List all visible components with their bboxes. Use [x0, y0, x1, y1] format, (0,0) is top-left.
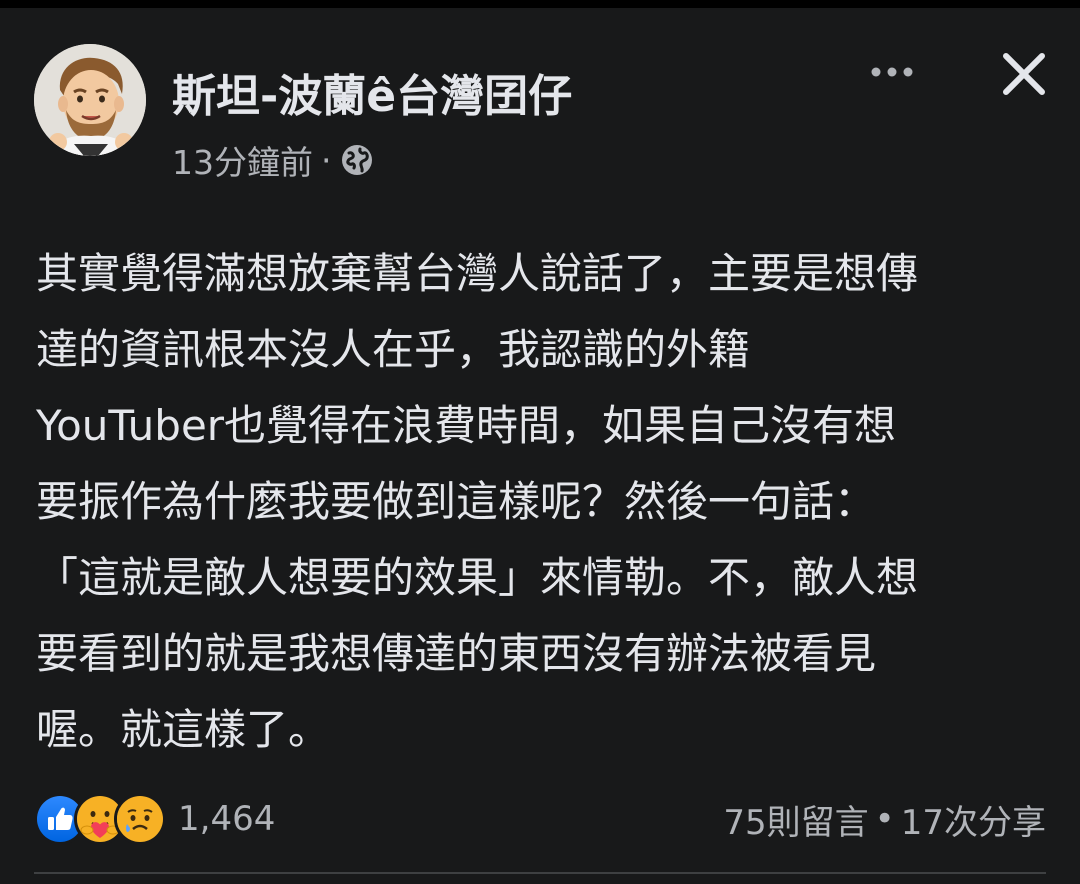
reaction-count[interactable]: 1,464: [178, 799, 275, 839]
post-timestamp[interactable]: 13分鐘前: [172, 136, 313, 184]
divider: [34, 872, 1046, 874]
post-meta: 13分鐘前 ·: [172, 140, 374, 182]
more-options-icon[interactable]: [862, 52, 922, 92]
post-text-line: 其實覺得滿想放棄幫台灣人說話了，主要是想傳: [36, 249, 919, 298]
reaction-summary[interactable]: 1,464: [34, 793, 275, 845]
post-text-line: 「這就是敵人想要的效果」來情勒。不，敵人想: [36, 553, 919, 602]
post-body: 其實覺得滿想放棄幫台灣人說話了，主要是想傳 達的資訊根本沒人在乎，我認識的外籍 …: [36, 236, 1048, 768]
engagement-summary: 75則留言 • 17次分享: [723, 795, 1046, 844]
avatar-illustration: [34, 44, 146, 156]
sad-icon: [114, 793, 166, 845]
post-text-line: 要看到的就是我想傳達的東西沒有辦法被看見: [36, 629, 877, 678]
post-viewer: 斯坦-波蘭ê台灣囝仔 13分鐘前 · 其實覺得滿想放棄幫台灣人說話了，主要是想傳…: [0, 0, 1080, 884]
post-text-line: 要振作為什麼我要做到這樣呢？然後一句話：: [36, 477, 877, 526]
post-text-line: YouTuber也覺得在浪費時間，如果自己沒有想: [36, 401, 897, 450]
post-text-line: 喔。就這樣了。: [36, 705, 331, 754]
author-avatar[interactable]: [34, 44, 146, 156]
comment-count[interactable]: 75則留言: [723, 795, 868, 844]
meta-separator: ·: [321, 140, 332, 180]
close-icon[interactable]: [998, 48, 1050, 100]
author-name[interactable]: 斯坦-波蘭ê台灣囝仔: [172, 60, 572, 124]
share-count[interactable]: 17次分享: [901, 795, 1046, 844]
globe-icon[interactable]: [340, 143, 374, 177]
post-text-line: 達的資訊根本沒人在乎，我認識的外籍: [36, 325, 751, 374]
engagement-separator: •: [874, 799, 895, 839]
